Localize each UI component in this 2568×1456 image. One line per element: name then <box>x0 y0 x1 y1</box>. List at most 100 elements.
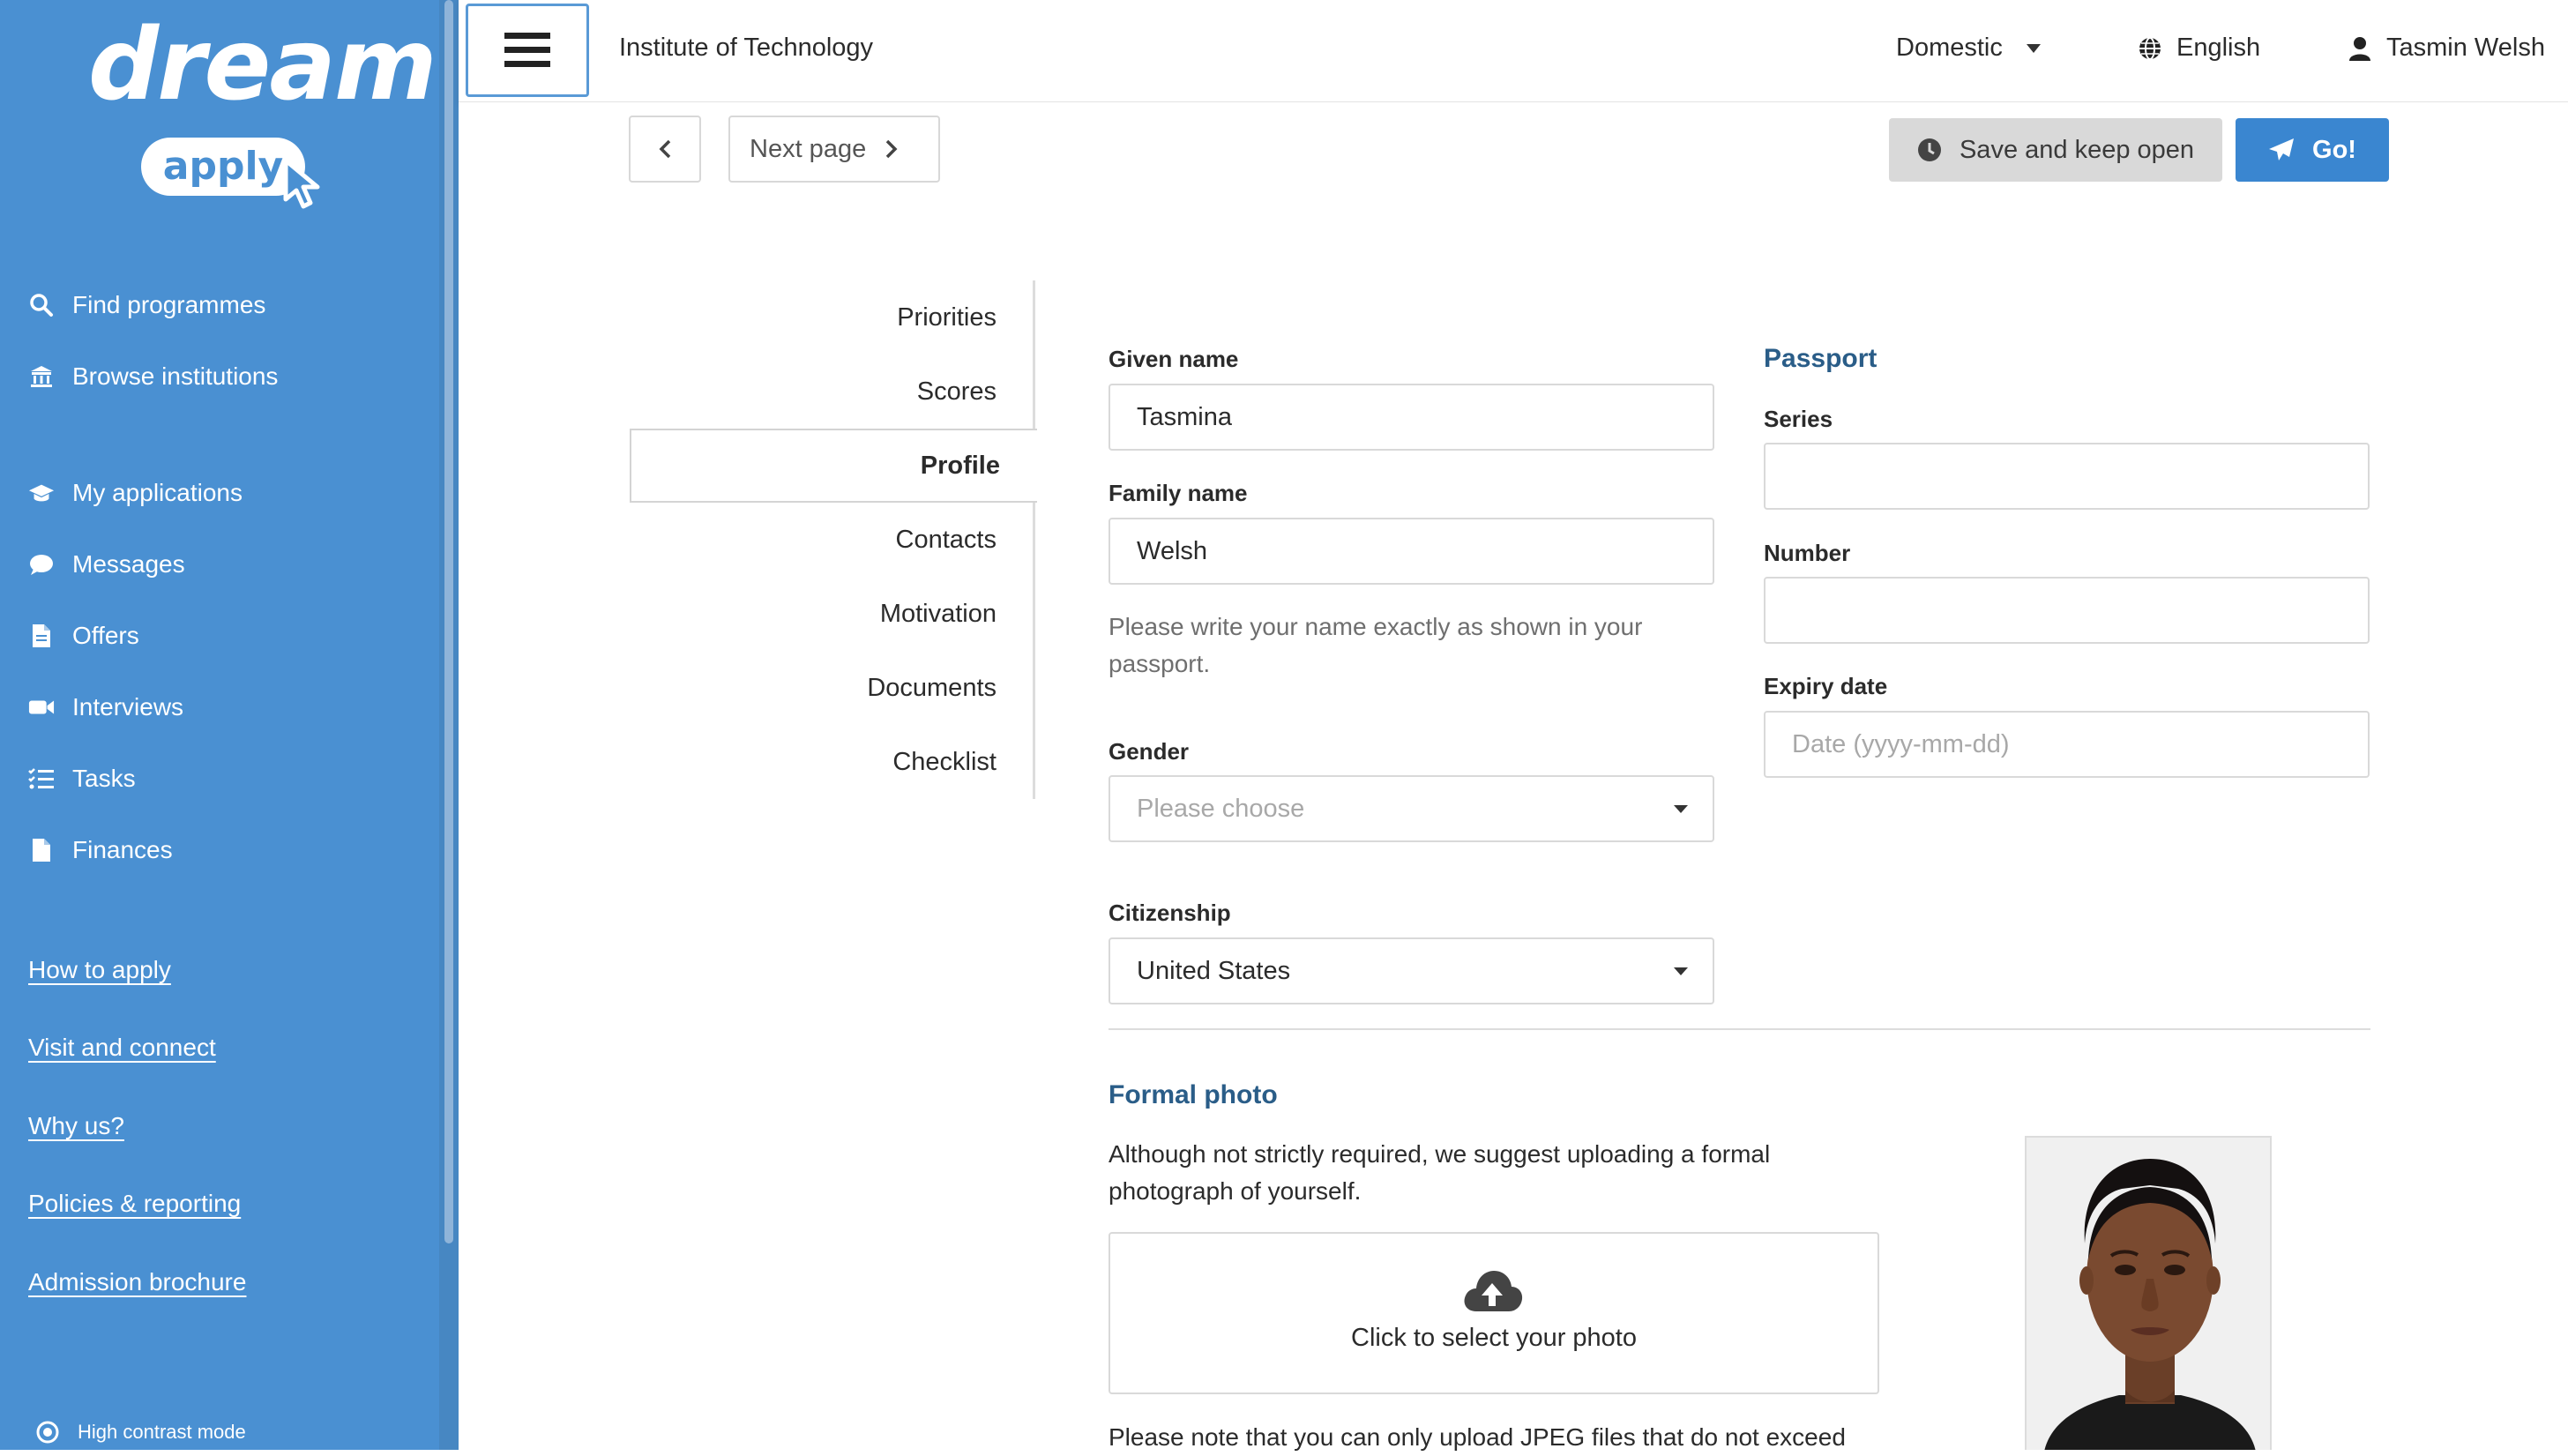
high-contrast-toggle[interactable]: High contrast mode <box>35 1420 246 1445</box>
gender-label: Gender <box>1109 738 1190 765</box>
hamburger-menu-button[interactable] <box>466 4 589 97</box>
file-icon <box>28 837 55 863</box>
user-name: Tasmin Welsh <box>2386 34 2545 62</box>
user-icon <box>2349 36 2370 61</box>
task-list-icon <box>28 765 55 792</box>
language-label: English <box>2176 34 2261 62</box>
dreamapply-logo[interactable]: dream apply <box>88 16 437 209</box>
portrait-photo <box>2027 1138 2270 1450</box>
tab-contacts[interactable]: Contacts <box>630 503 1034 577</box>
passport-expiry-input[interactable]: Date (yyyy-mm-dd) <box>1764 711 2370 778</box>
nav-interviews[interactable]: Interviews <box>28 685 183 729</box>
clock-icon <box>1917 138 1941 161</box>
nav-label: Offers <box>72 622 139 649</box>
chevron-left-icon <box>659 139 671 159</box>
tab-motivation[interactable]: Motivation <box>630 577 1034 651</box>
graduation-cap-icon <box>28 480 55 506</box>
top-bar: Institute of Technology Domestic English… <box>459 0 2568 102</box>
action-bar: Next page Save and keep open Go! <box>459 102 2568 208</box>
passport-expiry-label: Expiry date <box>1764 673 1888 699</box>
high-contrast-label: High contrast mode <box>78 1421 246 1443</box>
go-label: Go! <box>2312 135 2356 164</box>
passport-heading: Passport <box>1764 344 1877 373</box>
caret-down-icon <box>1674 967 1688 975</box>
passport-series-input[interactable] <box>1764 443 2370 510</box>
nav-label: Find programmes <box>72 291 266 318</box>
given-name-input[interactable]: Tasmina <box>1109 384 1714 451</box>
institution-icon <box>28 363 55 390</box>
caret-down-icon <box>2026 43 2041 53</box>
tab-scores[interactable]: Scores <box>630 355 1034 429</box>
sidebar-scrollbar[interactable] <box>439 0 459 1450</box>
gender-select[interactable]: Please choose <box>1109 775 1714 842</box>
formal-photo-heading: Formal photo <box>1109 1080 1278 1109</box>
chat-bubble-icon <box>28 551 55 578</box>
application-section-nav: Priorities Scores Profile Contacts Motiv… <box>630 280 1037 801</box>
nav-label: Messages <box>72 550 185 578</box>
uploaded-photo <box>2025 1136 2272 1450</box>
citizenship-select[interactable]: United States <box>1109 937 1714 1004</box>
citizenship-value: United States <box>1137 956 1291 985</box>
nav-messages[interactable]: Messages <box>28 542 185 586</box>
logo-word: dream <box>88 8 437 123</box>
nav-finances[interactable]: Finances <box>28 828 173 872</box>
search-icon <box>28 292 55 318</box>
link-policies-reporting[interactable]: Policies & reporting <box>28 1190 241 1218</box>
nav-label: Interviews <box>72 693 184 721</box>
pointer-cursor-icon <box>283 158 320 209</box>
passport-number-input[interactable] <box>1764 577 2370 644</box>
sidebar: dream apply Find programmes Browse insti… <box>0 0 439 1450</box>
scrollbar-thumb[interactable] <box>444 0 453 1243</box>
region-label: Domestic <box>1896 34 2003 62</box>
cloud-upload-icon <box>1464 1271 1523 1311</box>
upload-label: Click to select your photo <box>1351 1324 1637 1352</box>
hamburger-icon <box>504 33 550 67</box>
next-page-button[interactable]: Next page <box>728 116 940 183</box>
user-menu[interactable]: Tasmin Welsh <box>2349 34 2545 63</box>
nav-tasks[interactable]: Tasks <box>28 757 136 801</box>
save-label: Save and keep open <box>1959 135 2195 164</box>
nav-label: My applications <box>72 479 243 506</box>
gender-placeholder: Please choose <box>1137 794 1305 823</box>
chevron-right-icon <box>885 139 898 159</box>
nav-my-applications[interactable]: My applications <box>28 471 243 515</box>
link-visit-and-connect[interactable]: Visit and connect <box>28 1034 216 1062</box>
family-name-label: Family name <box>1109 480 1248 506</box>
section-divider <box>1109 1028 2370 1030</box>
link-how-to-apply[interactable]: How to apply <box>28 956 171 984</box>
photo-description: Although not strictly required, we sugge… <box>1109 1140 1771 1205</box>
tab-profile[interactable]: Profile <box>630 429 1037 503</box>
previous-page-button[interactable] <box>629 116 701 183</box>
nav-browse-institutions[interactable]: Browse institutions <box>28 355 278 399</box>
nav-find-programmes[interactable]: Find programmes <box>28 283 265 327</box>
given-name-label: Given name <box>1109 346 1239 372</box>
tab-checklist[interactable]: Checklist <box>630 725 1034 799</box>
link-admission-brochure[interactable]: Admission brochure <box>28 1268 246 1296</box>
institution-name: Institute of Technology <box>619 34 874 62</box>
contrast-icon <box>36 1421 59 1444</box>
nav-label: Browse institutions <box>72 362 279 390</box>
save-and-keep-open-button[interactable]: Save and keep open <box>1889 118 2222 182</box>
globe-icon <box>2139 36 2161 60</box>
nav-offers[interactable]: Offers <box>28 614 139 658</box>
passport-series-label: Series <box>1764 406 1833 432</box>
tab-priorities[interactable]: Priorities <box>630 280 1034 355</box>
video-camera-icon <box>28 694 55 721</box>
paper-plane-icon <box>2269 138 2295 161</box>
nav-label: Finances <box>72 836 173 863</box>
link-why-us[interactable]: Why us? <box>28 1112 124 1140</box>
family-name-input[interactable]: Welsh <box>1109 518 1714 585</box>
upload-note: Please note that you can only upload JPE… <box>1109 1423 1846 1451</box>
language-selector[interactable]: English <box>2138 34 2260 63</box>
document-icon <box>28 623 55 649</box>
go-submit-button[interactable]: Go! <box>2236 118 2389 182</box>
tab-documents[interactable]: Documents <box>630 651 1034 725</box>
region-dropdown[interactable]: Domestic <box>1896 34 2042 63</box>
caret-down-icon <box>1674 805 1688 813</box>
passport-number-label: Number <box>1764 540 1851 566</box>
name-hint: Please write your name exactly as shown … <box>1109 613 1643 677</box>
next-page-label: Next page <box>750 134 867 163</box>
photo-upload-dropzone[interactable]: Click to select your photo <box>1109 1232 1879 1394</box>
nav-label: Tasks <box>72 765 136 792</box>
citizenship-label: Citizenship <box>1109 900 1231 926</box>
